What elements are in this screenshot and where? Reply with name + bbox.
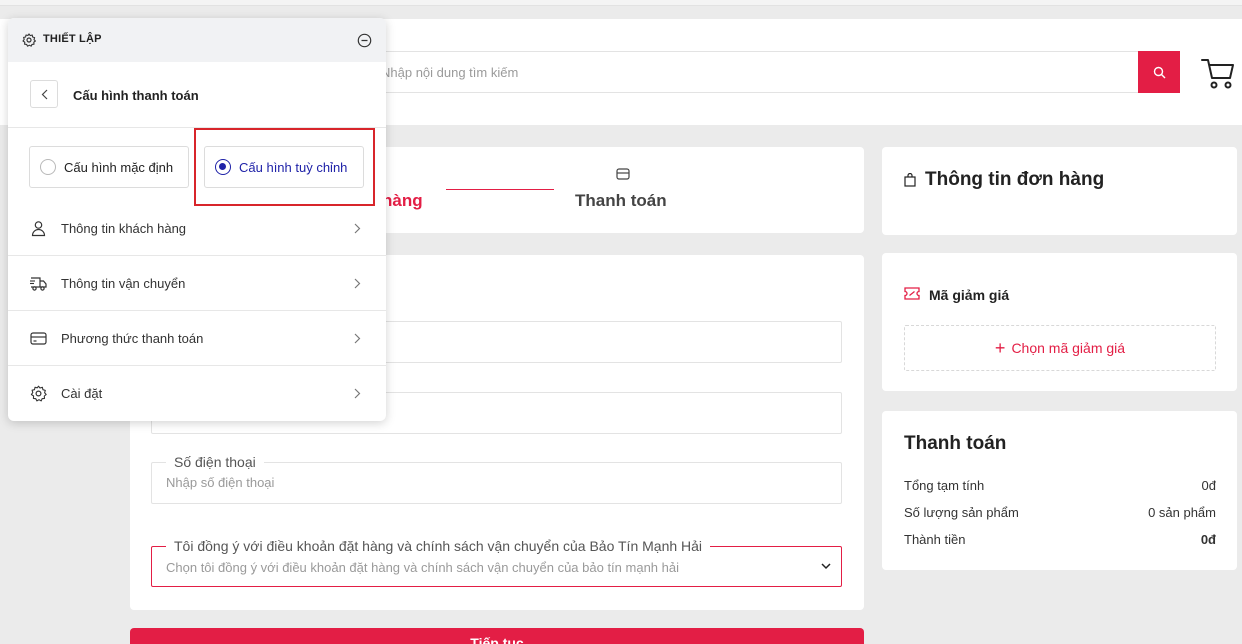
summary-value: 0đ: [1200, 532, 1216, 547]
chevron-right-icon: [354, 223, 361, 234]
radio-default[interactable]: [40, 159, 56, 175]
truck-icon: [30, 277, 47, 291]
step-shipping-label[interactable]: hàng: [382, 191, 423, 211]
chevron-left-icon: [41, 89, 47, 99]
search-button[interactable]: [1138, 51, 1180, 93]
card-icon: [30, 332, 47, 345]
continue-button[interactable]: Tiếp tục: [130, 628, 864, 644]
menu-item-customer-info[interactable]: Thông tin khách hàng: [8, 201, 386, 256]
chevron-right-icon: [354, 333, 361, 344]
summary-row-quantity: Số lượng sản phẩm 0 sản phẩm: [904, 505, 1216, 520]
gear-icon: [30, 385, 47, 402]
highlight-box: [194, 128, 375, 206]
cart-icon[interactable]: [1200, 56, 1236, 90]
ticket-icon: [904, 287, 920, 300]
menu-item-label: Thông tin khách hàng: [61, 221, 187, 236]
terms-select[interactable]: Tôi đồng ý với điều khoản đặt hàng và ch…: [151, 538, 842, 587]
settings-panel-header: THIẾT LẬP: [8, 18, 386, 62]
search-icon: [1153, 66, 1165, 78]
settings-subheader-title: Cấu hình thanh toán: [73, 88, 199, 103]
menu-item-label: Phương thức thanh toán: [61, 331, 204, 346]
phone-field: Số điện thoại: [151, 454, 842, 504]
chevron-down-icon: [821, 563, 831, 570]
order-info-title: Thông tin đơn hàng: [925, 169, 1105, 190]
back-button[interactable]: [30, 80, 58, 108]
collapse-icon[interactable]: [357, 33, 372, 48]
order-info-card: Thông tin đơn hàng: [882, 147, 1237, 235]
menu-item-label: Thông tin vận chuyển: [61, 276, 186, 291]
terms-select-placeholder: Chọn tôi đồng ý với điều khoản đặt hàng …: [166, 560, 679, 575]
settings-subheader: Cấu hình thanh toán: [8, 62, 386, 128]
menu-item-shipping-info[interactable]: Thông tin vận chuyển: [8, 256, 386, 311]
payment-summary: Thanh toán Tổng tạm tính 0đ Số lượng sản…: [882, 411, 1237, 570]
summary-value: 0đ: [1201, 478, 1216, 493]
summary-label: Tổng tạm tính: [904, 478, 985, 493]
menu-item-payment-method[interactable]: Phương thức thanh toán: [8, 311, 386, 366]
option-default-config[interactable]: Cấu hình mặc định: [29, 146, 189, 188]
summary-row-total: Thành tiền 0đ: [904, 532, 1216, 547]
step-progress-line: [446, 189, 554, 190]
plus-icon: +: [994, 338, 1006, 358]
settings-panel-title: THIẾT LẬP: [43, 33, 102, 45]
payment-summary-title: Thanh toán: [904, 433, 1007, 454]
gear-icon: [22, 33, 36, 47]
choose-coupon-button[interactable]: + Chọn mã giảm giá: [904, 325, 1216, 371]
card-icon: [616, 168, 630, 180]
browser-top-strip: [0, 0, 1242, 6]
settings-panel: THIẾT LẬP Cấu hình thanh toán Cấu hình m…: [8, 18, 386, 421]
step-payment-label[interactable]: Thanh toán: [575, 191, 667, 211]
summary-label: Thành tiền: [904, 532, 966, 547]
bag-icon: [904, 173, 916, 187]
chevron-right-icon: [354, 278, 361, 289]
phone-field-label: Số điện thoại: [166, 454, 264, 470]
coupon-title: Mã giảm giá: [929, 287, 1010, 303]
phone-input[interactable]: [166, 475, 826, 490]
menu-item-settings[interactable]: Cài đặt: [8, 366, 386, 421]
user-icon: [31, 221, 46, 237]
menu-item-label: Cài đặt: [61, 386, 103, 401]
coupon-card: Mã giảm giá + Chọn mã giảm giá: [882, 253, 1237, 391]
summary-row-subtotal: Tổng tạm tính 0đ: [904, 478, 1216, 493]
choose-coupon-label: Chọn mã giảm giá: [1011, 340, 1126, 356]
option-default-label: Cấu hình mặc định: [64, 159, 174, 175]
search-input[interactable]: [371, 52, 1111, 92]
chevron-right-icon: [354, 388, 361, 399]
summary-label: Số lượng sản phẩm: [904, 505, 1019, 520]
terms-select-label: Tôi đồng ý với điều khoản đặt hàng và ch…: [166, 538, 711, 554]
search-box: [370, 51, 1140, 93]
summary-value: 0 sản phẩm: [1148, 505, 1216, 520]
